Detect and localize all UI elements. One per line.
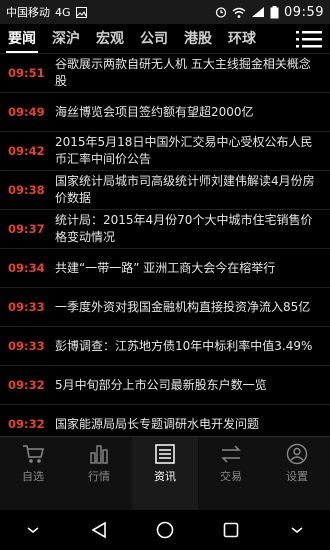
clock: 09:59 (284, 4, 324, 20)
news-item[interactable]: 09:37 统计局：2015年4月份70个大中城市住宅销售价格变动情况 (0, 210, 330, 249)
nav-settings[interactable]: 设置 (264, 437, 330, 510)
cart-icon (21, 443, 45, 465)
chevron-down-icon[interactable] (282, 515, 312, 545)
tab-global[interactable]: 环球 (220, 24, 264, 54)
news-title: 国家能源局局长专题调研水电开发问题 (55, 416, 260, 431)
news-time: 09:34 (8, 261, 45, 275)
tab-macro[interactable]: 宏观 (88, 24, 132, 54)
bottom-nav: 自选 行情 资讯 交易 设置 (0, 436, 330, 510)
news-item[interactable]: 09:34 共建“一带一路” 亚洲工商大会今在榕举行 (0, 249, 330, 288)
news-item[interactable]: 09:42 2015年5月18日中国外汇交易中心受权公布人民币汇率中间价公告 (0, 132, 330, 171)
status-right: 09:59 (215, 5, 324, 20)
alarm-icon (215, 6, 227, 18)
nav-trade[interactable]: 交易 (198, 437, 264, 510)
nav-label: 自选 (22, 470, 44, 483)
nav-label: 交易 (220, 470, 242, 483)
chevron-down-icon[interactable] (18, 515, 48, 545)
menu-icon[interactable] (296, 29, 322, 49)
carrier-label: 中国移动 (6, 6, 50, 19)
news-item[interactable]: 09:32 国家能源局局长专题调研水电开发问题 (0, 405, 330, 436)
news-item[interactable]: 09:33 彭博调查：江苏地方债10年中标利率中值3.49% (0, 327, 330, 366)
news-time: 09:33 (8, 339, 45, 353)
tab-company[interactable]: 公司 (132, 24, 176, 54)
news-title: 共建“一带一路” 亚洲工商大会今在榕举行 (55, 260, 276, 275)
news-title: 2015年5月18日中国外汇交易中心受权公布人民币汇率中间价公告 (55, 135, 313, 166)
news-title: 统计局：2015年4月份70个大中城市住宅销售价格变动情况 (55, 213, 313, 244)
back-icon[interactable] (84, 515, 114, 545)
nav-label: 资讯 (154, 470, 176, 483)
news-title: 彭博调查：江苏地方债10年中标利率中值3.49% (55, 338, 313, 353)
news-item[interactable]: 09:49 海丝博览会项目签约额有望超2000亿 (0, 93, 330, 132)
system-nav-bar (0, 510, 330, 550)
news-icon (153, 443, 177, 465)
news-time: 09:37 (8, 222, 45, 236)
news-title: 一季度外资对我国金融机构直接投资净流入85亿 (55, 299, 311, 314)
network-label: 4G (55, 5, 71, 19)
news-time: 09:32 (8, 417, 45, 431)
news-title: 谷歌展示两款自研无人机 五大主线掘金相关概念股 (55, 57, 311, 88)
exchange-icon (219, 443, 243, 465)
nav-market[interactable]: 行情 (66, 437, 132, 510)
status-left: 中国移动 4G (6, 4, 87, 20)
news-time: 09:32 (8, 378, 45, 392)
news-title: 国家统计局城市司高级统计师刘建伟解读4月份房价数据 (55, 174, 315, 205)
bar-chart-icon (87, 443, 111, 465)
tab-shenhu[interactable]: 深沪 (44, 24, 88, 54)
news-title: 海丝博览会项目签约额有望超2000亿 (55, 104, 254, 119)
news-title: 5月中旬部分上市公司最新股东户数一览 (55, 377, 267, 392)
category-tabs: 要闻 深沪 宏观 公司 港股 环球 (0, 24, 330, 54)
status-bar: 中国移动 4G 09:59 (0, 0, 330, 24)
tab-headlines[interactable]: 要闻 (0, 24, 44, 54)
news-time: 09:42 (8, 144, 45, 158)
home-icon[interactable] (150, 515, 180, 545)
nav-news[interactable]: 资讯 (132, 437, 198, 510)
news-item[interactable]: 09:33 一季度外资对我国金融机构直接投资净流入85亿 (0, 288, 330, 327)
tab-hk-stocks[interactable]: 港股 (176, 24, 220, 54)
news-item[interactable]: 09:38 国家统计局城市司高级统计师刘建伟解读4月份房价数据 (0, 171, 330, 210)
news-time: 09:51 (8, 66, 45, 80)
news-time: 09:38 (8, 183, 45, 197)
nav-label: 行情 (88, 470, 110, 483)
nav-label: 设置 (286, 470, 308, 483)
wifi-icon (232, 7, 246, 18)
news-list: 09:51 谷歌展示两款自研无人机 五大主线掘金相关概念股 09:49 海丝博览… (0, 54, 330, 436)
news-item[interactable]: 09:51 谷歌展示两款自研无人机 五大主线掘金相关概念股 (0, 54, 330, 93)
recents-icon[interactable] (216, 515, 246, 545)
nav-watchlist[interactable]: 自选 (0, 437, 66, 510)
news-time: 09:33 (8, 300, 45, 314)
battery-icon (270, 5, 279, 19)
news-time: 09:49 (8, 105, 45, 119)
signal-icon (251, 6, 265, 18)
gallery-icon (75, 6, 87, 18)
news-item[interactable]: 09:32 5月中旬部分上市公司最新股东户数一览 (0, 366, 330, 405)
user-icon (285, 443, 309, 465)
